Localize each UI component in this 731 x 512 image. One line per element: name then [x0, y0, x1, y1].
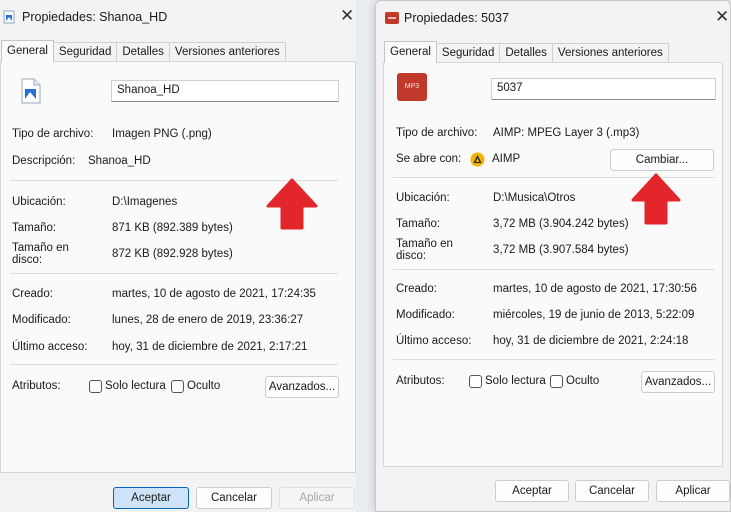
hidden-checkbox[interactable]: [550, 375, 563, 388]
readonly-label: Solo lectura: [485, 375, 546, 387]
file-icon: [21, 78, 41, 104]
aimp-icon: [470, 152, 485, 167]
tab-strip: General Seguridad Detalles Versiones ant…: [384, 41, 669, 63]
disk-size-label-line1: Tamaño en: [396, 238, 453, 250]
disk-size-value: 3,72 MB (3.907.584 bytes): [493, 244, 629, 256]
file-type-value: AIMP: MPEG Layer 3 (.mp3): [493, 127, 640, 139]
tab-details[interactable]: Detalles: [499, 43, 553, 63]
tab-previous-versions[interactable]: Versiones anteriores: [551, 43, 669, 63]
close-button[interactable]: ✕: [715, 7, 729, 27]
modified-value: miércoles, 19 de junio de 2013, 5:22:09: [493, 309, 695, 321]
advanced-button[interactable]: Avanzados...: [265, 376, 339, 398]
modified-label: Modificado:: [396, 309, 455, 321]
size-value: 871 KB (892.389 bytes): [112, 222, 233, 234]
disk-size-label-line2: disco:: [396, 250, 427, 262]
last-access-label: Último acceso:: [396, 335, 472, 347]
created-label: Creado:: [396, 283, 437, 295]
size-value: 3,72 MB (3.904.242 bytes): [493, 218, 629, 230]
separator: [10, 364, 338, 365]
file-type-value: Imagen PNG (.png): [112, 128, 212, 140]
disk-size-label-line1: Tamaño en: [12, 242, 69, 254]
apply-button[interactable]: Aplicar: [656, 480, 730, 502]
properties-window-shanoa: Propiedades: Shanoa_HD ✕ General Segurid…: [0, 0, 356, 512]
description-label: Descripción:: [12, 155, 76, 167]
ok-button[interactable]: Aceptar: [495, 480, 569, 502]
annotation-arrow-icon: [266, 178, 318, 230]
ok-button[interactable]: Aceptar: [113, 487, 189, 509]
file-type-label: Tipo de archivo:: [396, 127, 478, 139]
location-value: D:\Musica\Otros: [493, 192, 576, 204]
readonly-checkbox[interactable]: [469, 375, 482, 388]
cancel-button[interactable]: Cancelar: [575, 480, 649, 502]
advanced-button[interactable]: Avanzados...: [641, 371, 715, 393]
last-access-value: hoy, 31 de diciembre de 2021, 2:17:21: [112, 341, 308, 353]
readonly-checkbox[interactable]: [89, 380, 102, 393]
tab-security[interactable]: Seguridad: [52, 42, 118, 62]
tab-previous-versions[interactable]: Versiones anteriores: [168, 42, 286, 62]
modified-value: lunes, 28 de enero de 2019, 23:36:27: [112, 314, 304, 326]
opens-with-label: Se abre con:: [396, 153, 462, 165]
mp3-file-icon: MP3: [397, 73, 427, 101]
opens-with-value: AIMP: [492, 153, 521, 165]
separator: [393, 269, 715, 270]
file-type-label: Tipo de archivo:: [12, 128, 94, 140]
window-title: Propiedades: Shanoa_HD: [22, 10, 168, 24]
cancel-button[interactable]: Cancelar: [196, 487, 272, 509]
file-name-input[interactable]: 5037: [491, 78, 716, 100]
hidden-label: Oculto: [187, 380, 221, 392]
attributes-label: Atributos:: [12, 380, 61, 392]
last-access-value: hoy, 31 de diciembre de 2021, 2:24:18: [493, 335, 689, 347]
location-label: Ubicación:: [12, 196, 66, 208]
annotation-arrow-icon: [631, 173, 681, 225]
file-name-input[interactable]: Shanoa_HD: [111, 80, 339, 102]
tab-general[interactable]: General: [1, 40, 54, 62]
window-title: Propiedades: 5037: [404, 11, 509, 25]
readonly-label: Solo lectura: [105, 380, 166, 392]
size-label: Tamaño:: [12, 222, 57, 234]
tab-details[interactable]: Detalles: [116, 42, 170, 62]
general-panel: [383, 62, 723, 467]
created-value: martes, 10 de agosto de 2021, 17:24:35: [112, 288, 316, 300]
size-label: Tamaño:: [396, 218, 441, 230]
separator: [10, 273, 338, 274]
separator: [393, 359, 715, 360]
title-bar[interactable]: Propiedades: Shanoa_HD ✕: [0, 0, 356, 34]
properties-window-5037: Propiedades: 5037 ✕ General Seguridad De…: [375, 0, 731, 512]
tab-security[interactable]: Seguridad: [435, 43, 501, 63]
location-value: D:\Imagenes: [112, 196, 178, 208]
attributes-label: Atributos:: [396, 375, 445, 387]
description-value: Shanoa_HD: [88, 155, 151, 167]
modified-label: Modificado:: [12, 314, 71, 326]
disk-size-label-line2: disco:: [12, 254, 43, 266]
png-file-icon: [3, 10, 15, 24]
disk-size-value: 872 KB (892.928 bytes): [112, 248, 233, 260]
change-button[interactable]: Cambiar...: [610, 149, 714, 171]
created-value: martes, 10 de agosto de 2021, 17:30:56: [493, 283, 697, 295]
last-access-label: Último acceso:: [12, 341, 88, 353]
hidden-checkbox[interactable]: [171, 380, 184, 393]
close-button[interactable]: ✕: [340, 6, 354, 26]
apply-button[interactable]: Aplicar: [279, 487, 355, 509]
tab-general[interactable]: General: [384, 41, 437, 63]
title-bar[interactable]: Propiedades: 5037 ✕: [376, 1, 730, 35]
hidden-label: Oculto: [566, 375, 600, 387]
location-label: Ubicación:: [396, 192, 450, 204]
tab-strip: General Seguridad Detalles Versiones ant…: [1, 40, 286, 62]
created-label: Creado:: [12, 288, 53, 300]
general-panel: [0, 61, 356, 473]
mp3-file-icon: [385, 12, 399, 24]
